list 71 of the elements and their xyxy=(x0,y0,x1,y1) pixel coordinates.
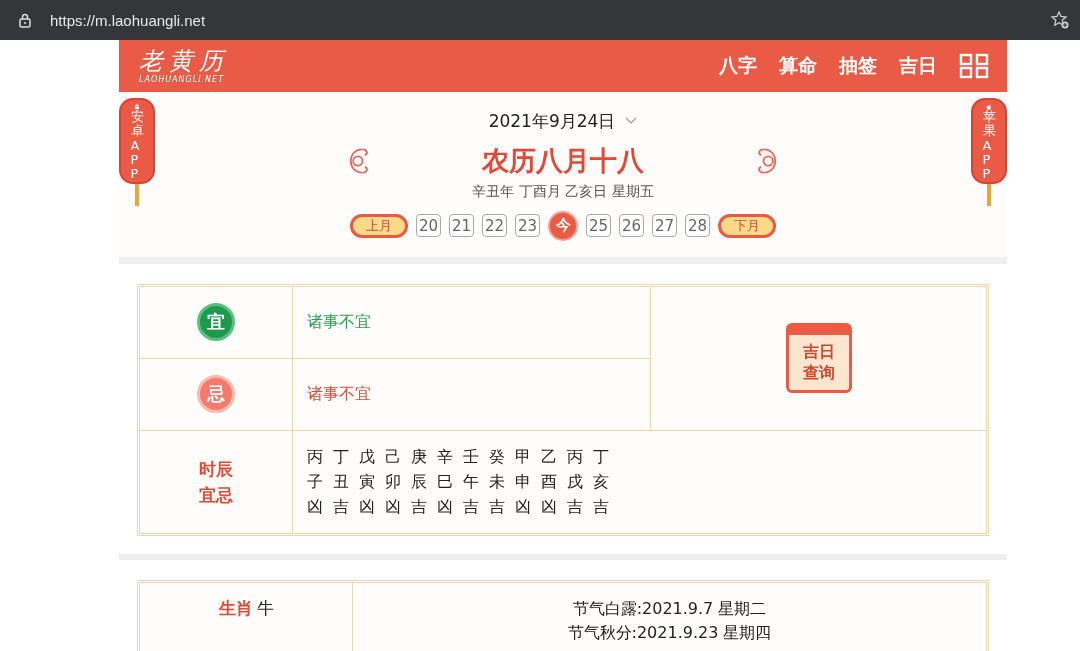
hour-cell-text: 未 xyxy=(489,470,506,493)
month-button[interactable]: 下月 xyxy=(718,213,776,238)
hour-cell-text: 凶 xyxy=(359,495,376,518)
hour-cell-text: 凶 xyxy=(437,495,454,518)
hours-label: 时辰 宜忌 xyxy=(199,457,233,507)
day-button[interactable]: 28 xyxy=(685,214,710,238)
day-button[interactable]: 今 xyxy=(548,210,578,241)
month-button[interactable]: 上月 xyxy=(350,213,408,238)
hour-cell-text: 庚 xyxy=(411,445,428,468)
day-button[interactable]: 22 xyxy=(482,214,507,238)
solar-term-text: 节气秋分:2021.9.23 星期四 xyxy=(567,622,772,645)
nav-link[interactable]: 八字 xyxy=(719,52,757,79)
day-button[interactable]: 21 xyxy=(449,214,474,238)
site-logo[interactable]: 老黄历 xyxy=(139,47,229,76)
nav-link[interactable]: 算命 xyxy=(779,52,817,79)
day-button[interactable]: 27 xyxy=(652,214,677,238)
zodiac-label: 生肖 xyxy=(218,597,253,621)
hour-cell-text: 亥 xyxy=(593,470,610,493)
lunar-date: 农历八月十八 xyxy=(482,143,644,178)
hour-cell-text: 辛 xyxy=(437,445,454,468)
hour-cell-text: 癸 xyxy=(489,445,506,468)
zodiac-value: 牛 xyxy=(256,597,274,621)
day-button[interactable]: 25 xyxy=(586,214,611,238)
hour-cell-text: 巳 xyxy=(437,470,454,493)
hour-cell-text: 戊 xyxy=(359,445,376,468)
hour-cell-text: 凶 xyxy=(385,495,402,518)
suitable-badge: 宜 xyxy=(197,303,235,341)
nav-link[interactable]: 抽签 xyxy=(839,52,877,79)
hour-cell-text: 吉 xyxy=(593,495,610,518)
chevron-down-icon xyxy=(625,117,638,126)
hour-cell-text: 戌 xyxy=(567,470,584,493)
star-add-icon xyxy=(1050,10,1070,30)
almanac-text: 诸事不宜 xyxy=(307,311,371,333)
hour-cell-text: 子 xyxy=(307,470,324,493)
hour-cell-text: 凶 xyxy=(541,495,558,518)
hour-cell-text: 卯 xyxy=(385,470,402,493)
hour-cell-text: 乙 xyxy=(541,445,558,468)
day-button[interactable]: 26 xyxy=(619,214,644,238)
avoid-badge: 忌 xyxy=(197,375,235,413)
lucky-day-button[interactable]: 吉日 查询 xyxy=(785,323,852,393)
day-button[interactable]: 23 xyxy=(515,214,540,238)
hour-cell-text: 寅 xyxy=(359,470,376,493)
hour-cell-text: 申 xyxy=(515,470,532,493)
hour-cell-text: 甲 xyxy=(515,445,532,468)
hour-cell-text: 午 xyxy=(463,470,480,493)
hour-cell-text: 辰 xyxy=(411,470,428,493)
site-logo-url: LAOHUANGLI.NET xyxy=(139,75,226,85)
ganzhi-date: 辛丑年 丁酉月 乙亥日 星期五 xyxy=(472,182,654,201)
hour-cell-text: 凶 xyxy=(307,495,324,518)
hour-cell-text: 己 xyxy=(385,445,402,468)
hour-cell-text: 丙 xyxy=(307,445,324,468)
solar-date[interactable]: 2021年9月24日 xyxy=(488,109,616,133)
nav-link[interactable]: 吉日 xyxy=(899,52,937,79)
hour-cell-text: 吉 xyxy=(333,495,350,518)
hour-cell-text: 丑 xyxy=(333,470,350,493)
hour-cell-text: 丙 xyxy=(567,445,584,468)
day-button[interactable]: 20 xyxy=(416,214,441,238)
hour-cell-text: 凶 xyxy=(515,495,532,518)
hour-cell-text: 壬 xyxy=(463,445,480,468)
hour-cell-text: 吉 xyxy=(463,495,480,518)
hour-cell-text: 吉 xyxy=(411,495,428,518)
almanac-text: 诸事不宜 xyxy=(307,383,371,405)
lock-icon xyxy=(18,12,32,28)
solar-term-text: 节气白露:2021.9.7 星期二 xyxy=(572,598,767,621)
hour-cell-text: 丁 xyxy=(333,445,350,468)
grid-menu-icon[interactable] xyxy=(959,52,989,79)
hour-cell-text: 吉 xyxy=(489,495,506,518)
hour-cell-text: 丁 xyxy=(593,445,610,468)
address-bar-url[interactable]: https://m.laohuangli.net xyxy=(50,11,206,29)
hour-cell-text: 酉 xyxy=(541,470,558,493)
hour-cell-text: 吉 xyxy=(567,495,584,518)
